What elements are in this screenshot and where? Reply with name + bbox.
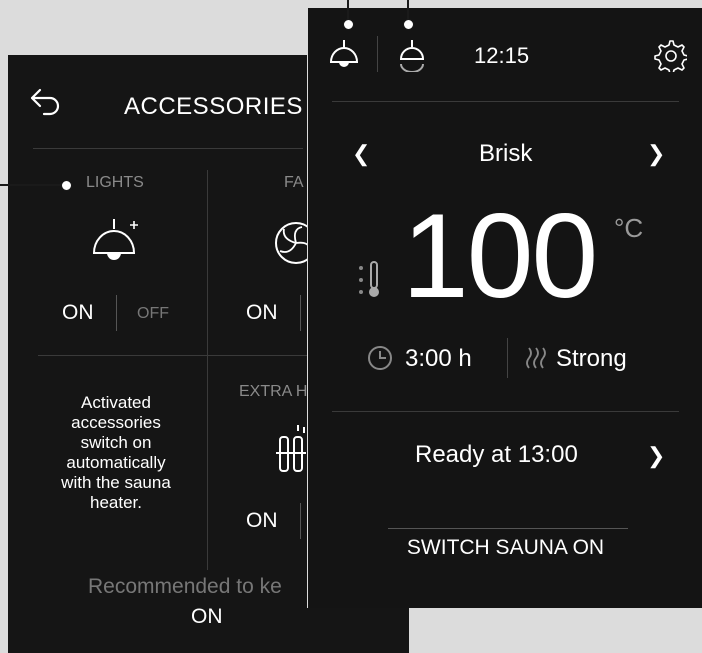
back-arrow-icon [30,88,60,116]
program-prev-button[interactable]: ❮ [352,141,370,167]
duration-value[interactable]: 3:00 h [405,345,472,373]
clock-icon [366,344,394,377]
switch-sauna-on-button[interactable]: SWITCH SAUNA ON [308,536,702,560]
lamp-status-icon[interactable] [328,38,360,77]
lights-off-button[interactable]: OFF [137,305,169,323]
program-next-button[interactable]: ❯ [647,141,665,167]
fan-label: FA [284,174,304,191]
ready-at-text: Ready at 13:00 [415,441,578,468]
steam-icon [524,344,548,377]
fan-on-button[interactable]: ON [246,301,278,325]
lights-on-button[interactable]: ON [62,301,94,325]
ready-at-row[interactable]: Ready at 13:00 ❯ [308,423,702,493]
program-name: Brisk [479,140,533,167]
fan-running-icon[interactable] [398,38,426,77]
gear-icon[interactable] [653,38,689,77]
thermometer-icon [358,258,386,307]
page-title: ACCESSORIES [124,93,303,120]
main-panel: 12:15 ❮ Brisk ❯ 100 °C 3:00 h Strong Rea… [307,8,702,608]
recommended-value: ON [191,605,223,628]
lights-label: LIGHTS [86,174,144,191]
info-text: Activated accessories switch on automati… [61,393,171,512]
temperature-value[interactable]: 100 [402,196,598,316]
chevron-right-icon: ❯ [647,443,666,468]
lamp-icon [88,215,144,276]
extra-heater-label: EXTRA H [239,383,308,400]
steam-level[interactable]: Strong [556,345,627,373]
extra-heater-on-button[interactable]: ON [246,509,278,533]
temperature-unit: °C [614,213,644,243]
back-button[interactable] [26,85,62,117]
clock: 12:15 [474,43,530,68]
recommended-label: Recommended to ke [88,575,282,598]
heater-icon [276,423,310,484]
